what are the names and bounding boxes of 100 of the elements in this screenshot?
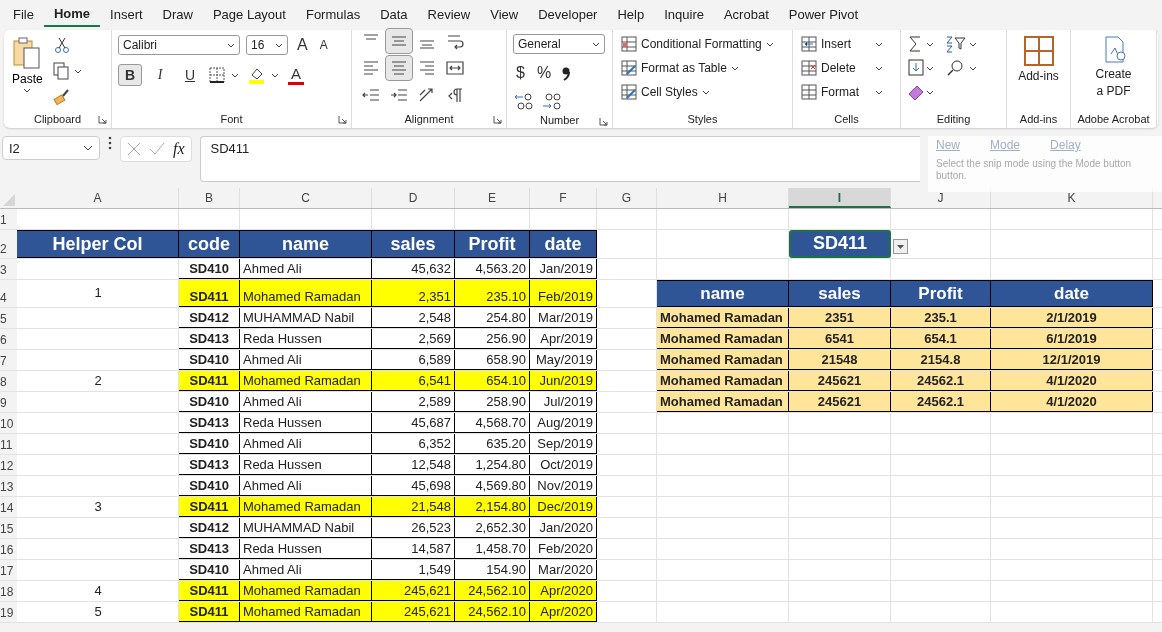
- column-letter[interactable]: D: [372, 188, 455, 208]
- row-number[interactable]: 4: [0, 280, 17, 307]
- font-size-field[interactable]: 16: [246, 35, 288, 55]
- shrink-font-button[interactable]: A: [316, 34, 331, 56]
- copy-icon[interactable]: [52, 62, 83, 80]
- currency-button[interactable]: $: [513, 62, 528, 84]
- row-number[interactable]: 10: [0, 413, 17, 433]
- dialog-launcher-icon[interactable]: [493, 115, 502, 124]
- row-number[interactable]: 8: [0, 371, 17, 391]
- scissors-icon[interactable]: [52, 36, 71, 54]
- ribbon-tab[interactable]: File: [3, 2, 44, 28]
- add-ins-button[interactable]: Add-ins: [1016, 34, 1061, 110]
- styles-menu-button[interactable]: Format as Table: [619, 58, 786, 78]
- table-icon: [801, 36, 817, 52]
- styles-menu-button[interactable]: Cell Styles: [619, 82, 786, 102]
- dialog-launcher-icon[interactable]: [98, 115, 107, 124]
- bold-button[interactable]: B: [118, 64, 142, 86]
- group-label: Add-ins: [1019, 113, 1058, 125]
- table-cell: Mohamed Ramadan: [240, 371, 372, 391]
- row-number[interactable]: 13: [0, 476, 17, 496]
- ribbon-tab[interactable]: Draw: [152, 2, 203, 28]
- row-number[interactable]: 15: [0, 518, 17, 538]
- table-cell: SD411: [179, 602, 240, 622]
- dialog-launcher-icon[interactable]: [599, 117, 608, 126]
- paste-button[interactable]: Paste: [10, 34, 45, 110]
- search-icon[interactable]: [945, 58, 979, 78]
- decrease-decimal-icon[interactable]: [541, 92, 563, 112]
- styles-menu-button[interactable]: Conditional Formatting: [619, 34, 786, 54]
- table-icon: [801, 60, 817, 76]
- ribbon-tab[interactable]: Help: [607, 2, 655, 28]
- group-label: Font: [220, 113, 243, 125]
- row-number[interactable]: 2: [0, 230, 17, 258]
- caret-icon: [592, 41, 600, 47]
- ribbon-tab[interactable]: View: [480, 2, 529, 28]
- table-cell: SD411: [179, 497, 240, 517]
- cells-menu-button[interactable]: Insert: [799, 34, 894, 54]
- row-number[interactable]: 9: [0, 392, 17, 412]
- table-cell: Mohamed Ramadan: [240, 280, 372, 307]
- formula-input[interactable]: SD411: [199, 136, 920, 182]
- column-letter[interactable]: C: [240, 188, 372, 208]
- ribbon-tab[interactable]: Page Layout: [202, 2, 296, 28]
- dialog-launcher-icon[interactable]: [338, 115, 347, 124]
- table-cell: SD410: [179, 476, 240, 496]
- table-cell: 1,254.80: [455, 455, 530, 475]
- ribbon-tab[interactable]: Insert: [100, 2, 153, 28]
- column-letter[interactable]: E: [455, 188, 530, 208]
- ribbon-tab[interactable]: Inquire: [654, 2, 714, 28]
- table-cell: 245,621: [372, 581, 455, 601]
- row-number[interactable]: 5: [0, 308, 17, 328]
- ribbon-tab[interactable]: Acrobat: [713, 2, 779, 28]
- table-cell: 154.90: [455, 560, 530, 580]
- ribbon-tab[interactable]: Power Pivot: [778, 2, 869, 28]
- table-cell: Apr/2019: [530, 329, 597, 349]
- table-cell: 245621: [789, 392, 891, 412]
- ribbon-tab[interactable]: Home: [43, 3, 101, 27]
- column-letter[interactable]: G: [597, 188, 657, 208]
- increase-decimal-icon[interactable]: [513, 92, 535, 112]
- grow-font-button[interactable]: A: [294, 34, 311, 56]
- table-cell: 6,589: [372, 350, 455, 370]
- row-number[interactable]: 1: [0, 209, 17, 229]
- table-cell: 21,548: [372, 497, 455, 517]
- table-cell: 235.1: [891, 308, 991, 328]
- column-header: name: [240, 230, 372, 258]
- name-box[interactable]: I2: [2, 136, 100, 160]
- row-number[interactable]: 7: [0, 350, 17, 370]
- underline-button[interactable]: U: [178, 64, 202, 86]
- number-format-field[interactable]: General: [513, 34, 605, 54]
- row-number[interactable]: 11: [0, 434, 17, 454]
- cells-menu-button[interactable]: Format: [799, 82, 894, 102]
- column-header: name: [657, 280, 789, 307]
- column-letter[interactable]: B: [179, 188, 240, 208]
- more-icon[interactable]: [108, 136, 112, 150]
- column-letter[interactable]: F: [530, 188, 597, 208]
- table-cell: 21548: [789, 350, 891, 370]
- font-color-button[interactable]: A: [288, 65, 304, 85]
- sort-filter-icon[interactable]: [945, 34, 979, 54]
- cells-menu-button[interactable]: Delete: [799, 58, 894, 78]
- format-painter-icon[interactable]: [52, 88, 71, 106]
- row-number[interactable]: 16: [0, 539, 17, 559]
- row-number[interactable]: 12: [0, 455, 17, 475]
- row-number[interactable]: 14: [0, 497, 17, 517]
- column-letter[interactable]: I: [789, 188, 891, 208]
- row-number[interactable]: 3: [0, 259, 17, 279]
- create-pdf-button[interactable]: Create a PDF: [1093, 34, 1134, 110]
- font-name-field[interactable]: Calibri: [118, 35, 240, 55]
- italic-button[interactable]: I: [148, 64, 172, 86]
- check-icon[interactable]: [149, 142, 165, 156]
- insert-function-button[interactable]: fx: [173, 140, 185, 158]
- column-letter[interactable]: A: [17, 188, 179, 208]
- row-number[interactable]: 18: [0, 581, 17, 601]
- dropdown-button[interactable]: [893, 239, 908, 254]
- row-number[interactable]: 19: [0, 602, 17, 622]
- row-number[interactable]: 17: [0, 560, 17, 580]
- ribbon-tab[interactable]: Review: [417, 2, 481, 28]
- ribbon-tab[interactable]: Formulas: [295, 2, 371, 28]
- row-number[interactable]: 6: [0, 329, 17, 349]
- percent-button[interactable]: %: [533, 62, 555, 84]
- ribbon-tab[interactable]: Developer: [528, 2, 608, 28]
- table-cell: MUHAMMAD Nabil: [240, 308, 372, 328]
- ribbon-tab[interactable]: Data: [370, 2, 418, 28]
